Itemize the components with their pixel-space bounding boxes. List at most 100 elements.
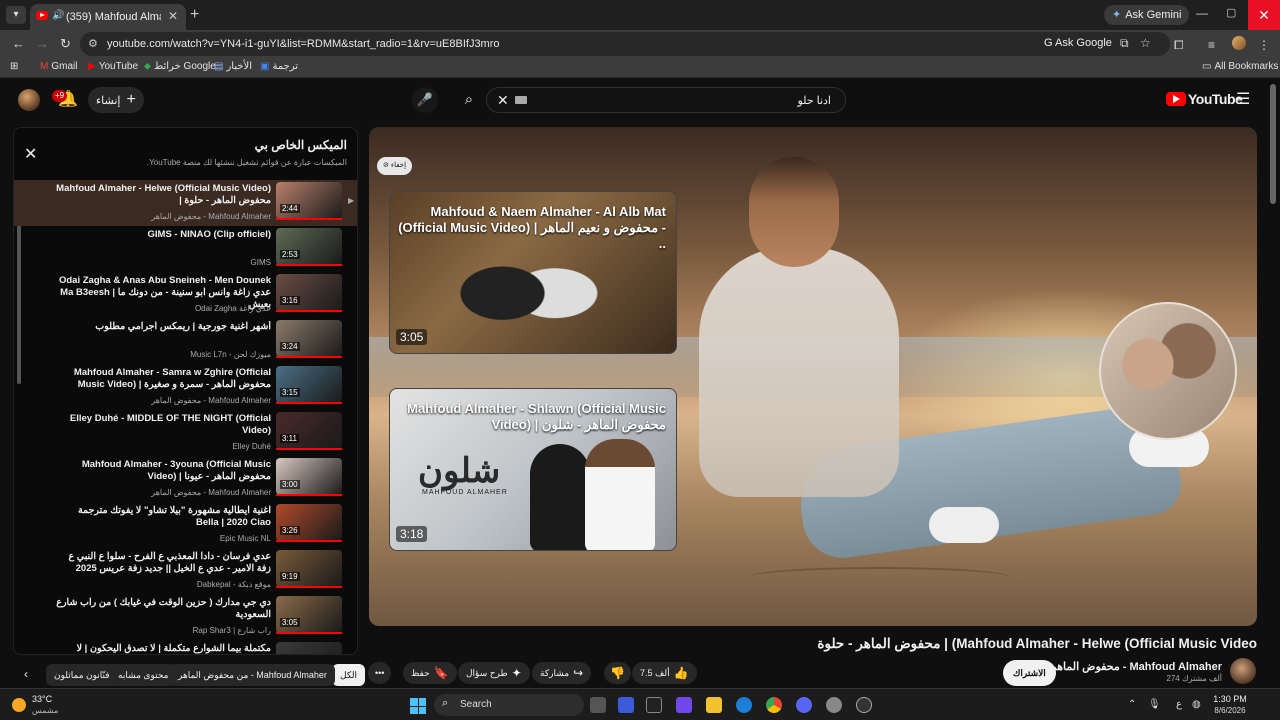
bookmark-youtube[interactable]: ▶ YouTube	[88, 61, 138, 72]
share-button[interactable]: مشاركة ↪	[532, 662, 592, 684]
bookmark-news[interactable]: ▤ الأخبار	[214, 61, 252, 72]
taskbar-search[interactable]: ⌕ Search	[434, 694, 584, 716]
like-button[interactable]: 7.5 ألف 👍	[632, 662, 697, 684]
channel-name[interactable]: ⊙ محفوض الماهر - Mahfoud Almaher	[1039, 660, 1222, 673]
sun-weather-icon[interactable]	[12, 698, 26, 712]
account-avatar[interactable]	[18, 89, 40, 111]
clock-time[interactable]: 1:30 PM	[1210, 694, 1250, 704]
search-input[interactable]: ✕ ادنا حلو	[486, 87, 846, 113]
close-window-icon[interactable]: ✕	[1248, 0, 1280, 30]
discord-icon[interactable]	[796, 697, 812, 713]
chip-related[interactable]: محتوى مشابه	[110, 664, 177, 686]
hide-end-screen-button[interactable]: ⊘ إخفاء	[377, 157, 413, 175]
network-icon[interactable]: ◍	[1192, 699, 1201, 710]
chrome-browser-icon[interactable]	[766, 697, 782, 713]
playlist-item[interactable]: 3:11 Elley Duhé - MIDDLE OF THE NIGHT (Of…	[14, 410, 357, 456]
browser-profile-avatar[interactable]	[1232, 36, 1246, 50]
app-icon[interactable]	[618, 697, 634, 713]
save-button[interactable]: حفظ 🔖	[403, 662, 457, 684]
tab-search-button[interactable]: ▾	[6, 6, 26, 24]
playlist-item[interactable]: 9:19 عدي فرسان - دادا المعذبي ع الفرح - س…	[14, 548, 357, 594]
page-scrollbar[interactable]	[1270, 84, 1276, 204]
windows-start-icon[interactable]	[410, 698, 426, 714]
bookmark-translate[interactable]: ▣ ترجمة	[260, 61, 298, 72]
bookmark-maps[interactable]: ⬥ خرائط Google	[144, 61, 216, 72]
playlist-item[interactable]: 3:05 دي جي مدارك ( حزين الوقت في غيابك ) …	[14, 594, 357, 640]
file-explorer-icon[interactable]	[706, 697, 722, 713]
playlist-item[interactable]: 3:24 أشهر اغنية جورجية | ريمكس اجرامي مطل…	[14, 318, 357, 364]
watched-progress-bar	[276, 494, 342, 496]
playlist-thumbnail[interactable]	[276, 550, 342, 587]
apps-grid-icon[interactable]: ⊞	[10, 61, 18, 72]
close-playlist-icon[interactable]: ✕	[24, 144, 37, 164]
create-button[interactable]: إنشاء +	[88, 87, 144, 113]
guide-menu-icon[interactable]: ☰	[1236, 89, 1250, 109]
restore-window-icon[interactable]: ▢	[1226, 6, 1236, 19]
playlist-item[interactable]: 3:26 اغنية ايطالية مشهورة "بيلا تشاو" لا …	[14, 502, 357, 548]
playlist-item[interactable]: 2:44 Mahfoud Almaher - Helwe (Official Mu…	[14, 180, 357, 226]
extensions-icon[interactable]: ⧠	[1174, 38, 1184, 53]
site-info-icon[interactable]: ⚙	[88, 37, 98, 50]
new-tab-button[interactable]: +	[190, 6, 199, 24]
playlist-item[interactable]: 2:53 GIMS - NINAO (Clip officiel) GIMS	[14, 226, 357, 272]
microphone-tray-icon[interactable]: 🎙	[1148, 699, 1161, 710]
keyboard-icon[interactable]	[515, 96, 527, 104]
playlist-item[interactable]: مكتملة بيما الشوارع متكملة | لا تصدق الي…	[14, 640, 357, 654]
end-screen-video-card[interactable]: شلون MAHFOUD ALMAHER Mahfoud Almaher - S…	[389, 388, 677, 551]
reload-icon[interactable]: ↻	[60, 36, 71, 52]
search-icon[interactable]: ⌕	[455, 87, 483, 113]
playlist-thumbnail[interactable]	[276, 458, 342, 495]
playlist-thumbnail[interactable]	[276, 642, 342, 654]
all-bookmarks-button[interactable]: ▭ All Bookmarks	[1202, 61, 1278, 72]
app-icon[interactable]	[646, 697, 662, 713]
dislike-button[interactable]: 👎	[604, 662, 631, 684]
back-arrow-icon[interactable]: ←	[12, 36, 25, 51]
playlist-thumbnail[interactable]	[276, 596, 342, 633]
playlist-thumbnail[interactable]	[276, 182, 342, 219]
browser-tab-active[interactable]: 🔊 (359) Mahfoud Almaher - H ✕	[30, 4, 186, 30]
clear-search-icon[interactable]: ✕	[497, 92, 509, 109]
address-bar[interactable]: ⚙ youtube.com/watch?v=YN4-i1-guYI&list=R…	[80, 32, 1170, 56]
bookmark-gmail[interactable]: M Gmail	[40, 61, 77, 72]
chip-from-channel[interactable]: من محفوض الماهر - Mahfoud Almaher	[170, 664, 335, 686]
tray-overflow-icon[interactable]: ⌃	[1128, 699, 1136, 710]
playlist-item[interactable]: 3:16 Odai Zagha & Anas Abu Sneineh - Men …	[14, 272, 357, 318]
chip-similar-artists[interactable]: فنّانون مماثلون	[46, 664, 118, 686]
bookmark-star-icon[interactable]: ☆	[1140, 36, 1151, 50]
chip-all[interactable]: الكل	[332, 664, 366, 686]
media-controls-icon[interactable]: ≡	[1208, 38, 1215, 52]
end-screen-video-card[interactable]: Mahfoud & Naem Almaher - Al Alb Mat (Off…	[389, 191, 677, 354]
end-screen-channel-element[interactable]	[1099, 302, 1237, 440]
settings-gear-icon[interactable]	[826, 697, 842, 713]
minimize-window-icon[interactable]: —	[1196, 6, 1208, 20]
youtube-logo[interactable]: YouTube	[1166, 91, 1243, 107]
playlist-thumbnail[interactable]	[276, 366, 342, 403]
app-icon[interactable]	[856, 697, 872, 713]
voice-search-mic-icon[interactable]: 🎤	[412, 87, 438, 113]
channel-avatar[interactable]	[1230, 658, 1256, 684]
playlist-thumbnail[interactable]	[276, 412, 342, 449]
playlist-item[interactable]: 3:00 Mahfoud Almaher - 3youna (Official M…	[14, 456, 357, 502]
more-actions-button[interactable]: •••	[368, 662, 392, 684]
ask-gemini-button[interactable]: ✦ Ask Gemini	[1104, 5, 1190, 25]
chrome-menu-icon[interactable]: ⋮	[1258, 38, 1270, 52]
ask-google-button[interactable]: G Ask Google	[1044, 37, 1112, 49]
clock-date[interactable]: 8/6/2026	[1207, 706, 1253, 715]
playlist-thumbnail[interactable]	[276, 320, 342, 357]
playlist-item[interactable]: 3:15 Mahfoud Almaher - Samra w Zghire (Of…	[14, 364, 357, 410]
task-view-icon[interactable]	[590, 697, 606, 713]
ask-button[interactable]: طرح سؤال ✦	[458, 662, 530, 684]
app-icon[interactable]	[676, 697, 692, 713]
subscribe-button[interactable]: الاشتراك	[1003, 660, 1056, 686]
forward-arrow-icon[interactable]: →	[36, 36, 49, 51]
chevron-left-icon[interactable]: ‹	[24, 667, 28, 681]
playlist-thumbnail[interactable]	[276, 274, 342, 311]
video-player[interactable]: ⊘ إخفاء Mahfoud & Naem Almaher - Al Alb …	[369, 127, 1257, 626]
edge-browser-icon[interactable]	[736, 697, 752, 713]
install-app-icon[interactable]: ⧉	[1120, 36, 1129, 51]
close-tab-icon[interactable]: ✕	[168, 9, 178, 23]
playlist-thumbnail[interactable]	[276, 504, 342, 541]
playlist-thumbnail[interactable]	[276, 228, 342, 265]
input-language[interactable]: ع	[1176, 699, 1182, 710]
audio-playing-icon[interactable]: 🔊	[52, 10, 64, 21]
